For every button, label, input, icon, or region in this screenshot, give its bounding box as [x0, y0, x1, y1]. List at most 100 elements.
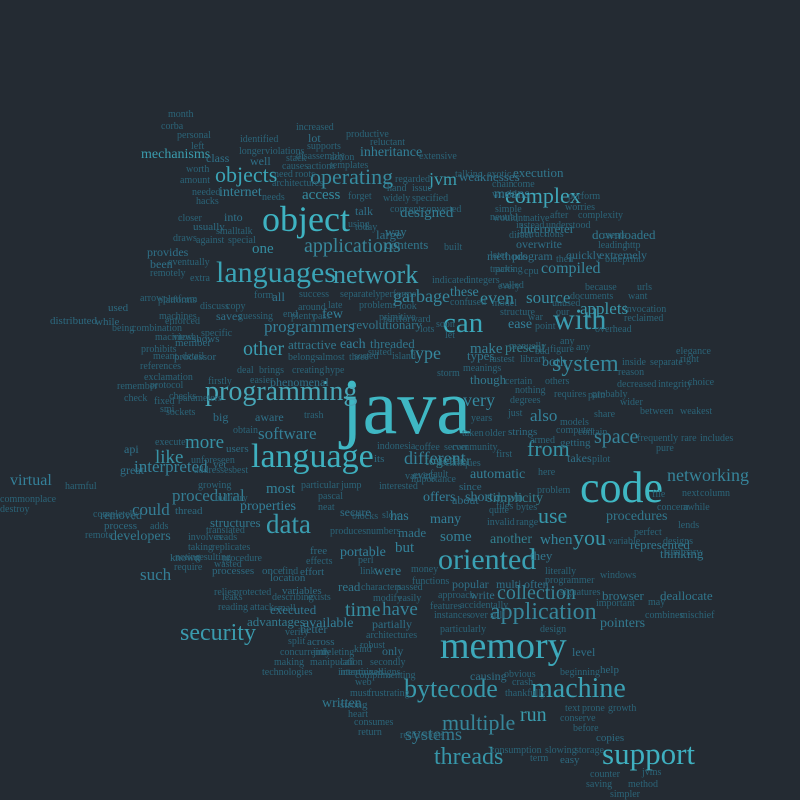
cloud-word: link — [360, 566, 376, 577]
cloud-word: they — [530, 548, 553, 563]
cloud-word: unforeseen — [191, 455, 235, 466]
cloud-word: share — [594, 409, 616, 420]
cloud-word: firstly — [208, 376, 232, 387]
cloud-word: amount — [180, 175, 210, 186]
cloud-word: files — [496, 501, 514, 512]
cloud-word: special — [228, 235, 256, 246]
cloud-word: design — [540, 624, 567, 635]
cloud-word: must — [350, 688, 370, 699]
cloud-word: http — [625, 240, 641, 251]
cloud-word: direct — [509, 230, 532, 241]
cloud-word: exclamation — [144, 372, 193, 383]
cloud-word: soon — [436, 319, 455, 330]
cloud-word: reason — [618, 367, 645, 378]
cloud-word: remotely — [150, 268, 186, 279]
cloud-word: integers — [468, 275, 500, 286]
cloud-word: adds — [150, 521, 169, 532]
cloud-word: programmer — [545, 575, 595, 586]
cloud-word: certain — [505, 376, 533, 387]
cloud-word: more — [185, 432, 225, 453]
cloud-word: great — [120, 463, 144, 477]
cloud-word: only — [382, 644, 404, 658]
cloud-word: attack — [250, 602, 274, 613]
cloud-word: view — [173, 332, 193, 343]
cloud-word: between — [640, 406, 674, 417]
cloud-word: easy — [560, 754, 580, 766]
cloud-word: eventually — [168, 257, 210, 268]
cloud-word: industry — [215, 493, 248, 504]
cloud-word: saving — [586, 779, 613, 790]
cloud-word: extra — [190, 273, 210, 284]
cloud-word: obtain — [233, 425, 258, 436]
cloud-word: fastest — [489, 354, 515, 365]
cloud-word: program — [512, 249, 553, 263]
cloud-word: properties — [240, 499, 296, 514]
cloud-word: confused — [450, 297, 487, 308]
cloud-word: structure — [500, 307, 535, 318]
cloud-word: pascal — [318, 491, 343, 502]
cloud-word: parameters — [178, 393, 222, 404]
cloud-word: return — [358, 727, 382, 738]
cloud-word: very — [463, 390, 495, 410]
cloud-word: use — [538, 503, 568, 528]
cloud-word: column — [700, 488, 730, 499]
cloud-word: needed — [192, 187, 221, 198]
cloud-word: month — [168, 109, 194, 120]
cloud-word: api — [124, 442, 139, 456]
cloud-word: slow — [382, 510, 401, 521]
cloud-word: well — [250, 154, 271, 168]
cloud-word: secure — [340, 505, 371, 519]
cloud-word: technologies — [262, 667, 313, 678]
cloud-word: figure — [550, 344, 574, 355]
cloud-word: here — [538, 467, 556, 478]
cloud-word: late — [328, 300, 343, 311]
cloud-word: its — [374, 453, 385, 465]
cloud-word: numbers — [366, 526, 401, 537]
cloud-word: deallocate — [660, 588, 713, 603]
cloud-word: applets — [580, 299, 629, 318]
cloud-word: particular — [301, 480, 340, 491]
cloud-word: money — [411, 564, 439, 575]
cloud-word: protected — [234, 587, 272, 598]
cloud-word: best — [232, 465, 249, 476]
cloud-word: another — [490, 532, 532, 547]
cloud-word: language — [251, 438, 374, 475]
cloud-word: aware — [255, 410, 284, 424]
cloud-word: older — [485, 428, 506, 439]
cloud-word: access — [302, 187, 341, 203]
cloud-word: some — [440, 529, 472, 545]
cloud-word: big — [213, 410, 229, 424]
cloud-word: our — [556, 307, 570, 318]
cloud-word: but — [395, 540, 415, 556]
cloud-word: every — [498, 281, 521, 292]
cloud-word: belongs — [288, 352, 320, 363]
cloud-word: instances — [434, 610, 471, 621]
cloud-word: degrees — [510, 395, 541, 406]
cloud-word: code — [580, 463, 664, 512]
cloud-word: perl — [358, 555, 374, 566]
cloud-word: arrow — [140, 293, 164, 304]
cloud-word: first — [496, 449, 513, 460]
cloud-word: network — [333, 260, 419, 289]
cloud-word: you — [573, 525, 606, 550]
cloud-word: produces — [330, 526, 367, 537]
cloud-word: effort — [300, 566, 325, 578]
cloud-word: read — [338, 579, 361, 594]
cloud-word: run — [520, 704, 547, 726]
cloud-word: important — [596, 598, 635, 609]
cloud-word: indonesia — [377, 441, 416, 452]
cloud-word: success — [299, 289, 329, 300]
cloud-word: like — [155, 447, 184, 468]
cloud-word: since — [459, 481, 482, 493]
cloud-word: languages — [216, 256, 336, 289]
cloud-word: coffee — [415, 442, 440, 453]
cloud-word: destroy — [0, 504, 30, 515]
cloud-word: execute — [155, 437, 186, 448]
cloud-word: converted — [422, 204, 462, 215]
cloud-word: reading — [218, 602, 248, 613]
cloud-word: integrity — [658, 379, 692, 390]
cloud-word: term — [530, 753, 549, 764]
cloud-word: machines — [159, 311, 197, 322]
cloud-word: against — [196, 235, 225, 246]
cloud-word: awhile — [683, 502, 710, 513]
